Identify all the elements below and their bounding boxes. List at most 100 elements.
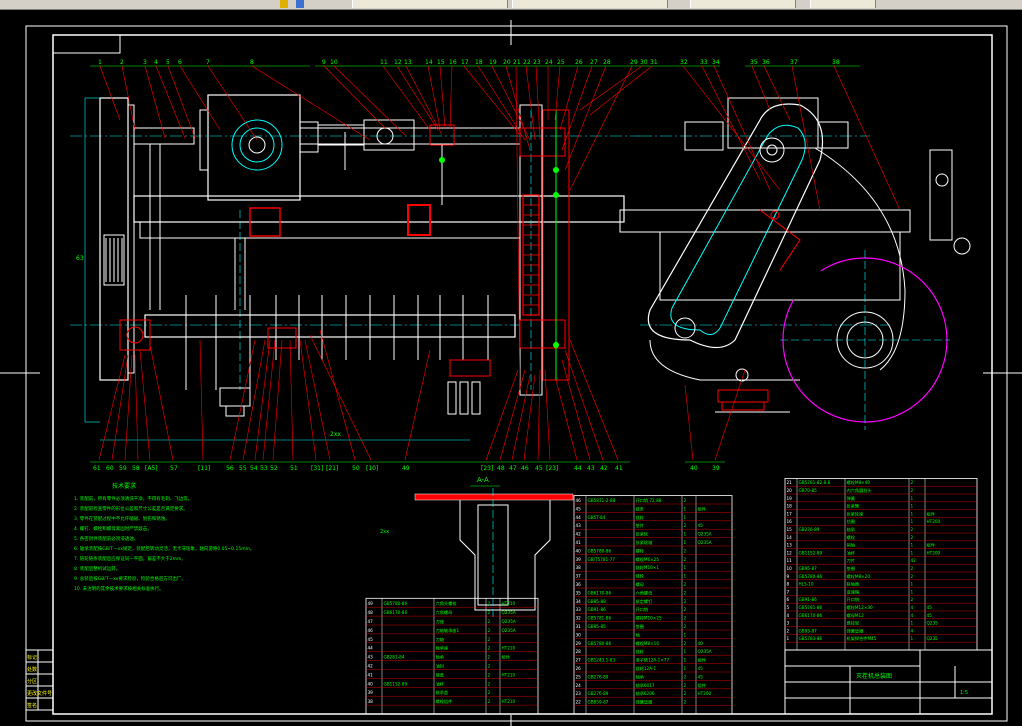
svg-text:48: 48 xyxy=(497,465,505,472)
bom-cell-mat: HT210 xyxy=(502,646,516,651)
bom-cell-no: 2 xyxy=(787,628,790,633)
bom-cell-no: 21 xyxy=(787,480,793,485)
bom-cell-no: 40 xyxy=(368,681,374,686)
bom-cell-qty: 2 xyxy=(684,557,687,562)
svg-text:10. 未注明的其余技术要求按相关标准执行。: 10. 未注明的其余技术要求按相关标准执行。 xyxy=(74,585,164,592)
bom-cell-name: 轴承 xyxy=(636,673,645,680)
bom-cell-no: 3 xyxy=(787,621,790,626)
bom-cell-name: 开口销 xyxy=(636,606,649,613)
revision-strip: 标记 处数 分区 更改文件号 签名 xyxy=(25,649,54,711)
bom-table-right: 21 GB5781-82 8.8 螺栓M8×40 220 GB70-85 内六角圆柱头 21… xyxy=(784,477,978,651)
bom-cell-no: 42 xyxy=(368,664,374,669)
svg-text:29: 29 xyxy=(630,59,638,66)
bom-cell-code: GB5781-86 xyxy=(588,616,612,621)
svg-text:31: 31 xyxy=(650,59,658,66)
svg-text:[21]: [21] xyxy=(326,465,338,472)
bom-cell-name: 螺栓M12×30 xyxy=(847,604,873,611)
bom-cell-mat: Q235 xyxy=(927,621,939,626)
bom-cell-qty: 2 xyxy=(684,700,687,705)
bom-cell-name: 螺栓 xyxy=(636,547,645,554)
toolbar-tab-1[interactable] xyxy=(352,0,508,8)
svg-text:6. 轴承装配按GB/T—xx规定，装配后转动灵活，无卡滞现: 6. 轴承装配按GB/T—xx规定，装配后转动灵活，无卡滞现象，轴向游隙0.05… xyxy=(74,545,254,552)
bom-cell-code: GB5780-86 xyxy=(799,574,823,579)
bom-cell-name: 垫圈 xyxy=(847,565,855,572)
svg-text:8: 8 xyxy=(250,59,254,66)
bom-cell-name: 滚子链12A-1×77 xyxy=(636,657,670,664)
bom-cell-mat: 组件 xyxy=(698,682,706,689)
bom-cell-mat: 40 xyxy=(698,641,704,646)
bom-cell-no: 44 xyxy=(576,515,582,520)
bom-cell-qty: 2 xyxy=(911,527,914,532)
cad-drawing-canvas[interactable]: 标记 处数 分区 更改文件号 签名 63 2xx 1 2 3 4 5 6 7 8… xyxy=(0,10,1022,726)
bom-cell-no: 14 xyxy=(787,535,793,540)
bom-cell-name: 刀轴轴承座1 xyxy=(436,627,460,634)
bom-cell-name: 链轮12A-1 xyxy=(636,665,657,672)
svg-text:[11]: [11] xyxy=(198,465,210,472)
bom-cell-qty: 2 xyxy=(488,637,491,642)
bom-cell-qty: 1 xyxy=(684,515,687,520)
bom-cell-code: GB5781-82 8.8 xyxy=(799,480,831,485)
bom-cell-qty: 2 xyxy=(911,488,914,493)
svg-text:18: 18 xyxy=(475,59,483,66)
svg-text:47: 47 xyxy=(509,465,517,472)
bom-cell-no: 43 xyxy=(576,523,582,528)
warning-icon[interactable] xyxy=(280,0,288,8)
bom-cell-qty: 2 xyxy=(488,664,491,669)
svg-text:2xx: 2xx xyxy=(330,431,341,438)
bom-cell-mat: Q235A xyxy=(502,628,516,633)
svg-text:[23]: [23] xyxy=(546,465,558,472)
bom-cell-no: 41 xyxy=(576,540,582,545)
cad-top-toolbar xyxy=(0,0,1022,10)
bom-cell-code: GB6170-86 xyxy=(384,610,408,615)
toolbar-tab-4[interactable] xyxy=(810,0,876,8)
bom-cell-code: GB91-86 xyxy=(799,597,818,602)
bom-cell-qty: 2 xyxy=(684,624,687,629)
bom-cell-name: 螺栓M10×25 xyxy=(636,615,662,622)
bom-cell-name: 垫片 xyxy=(636,522,644,529)
bom-cell-no: 42 xyxy=(576,532,582,537)
bom-cell-qty: 1 xyxy=(684,540,687,545)
bom-cell-code: GB5871-2-88 xyxy=(588,498,616,503)
bom-cell-code: GB281-84 xyxy=(384,655,405,660)
bom-cell-name: 螺栓组件 xyxy=(436,698,453,705)
bom-cell-code: GB5781-86 xyxy=(799,605,823,610)
svg-text:更改文件号: 更改文件号 xyxy=(27,690,52,697)
main-assembly-view: 63 2xx xyxy=(70,94,890,441)
bom-cell-code: GB91-86 xyxy=(588,607,607,612)
bom-cell-code: GB/T5781-77 xyxy=(588,557,616,562)
bom-cell-name: 链条 xyxy=(636,505,645,512)
bom-cell-no: 40 xyxy=(576,548,582,553)
toolbar-tab-3[interactable] xyxy=(690,0,796,8)
bom-cell-no: 19 xyxy=(787,496,793,501)
svg-text:[31]: [31] xyxy=(311,465,323,472)
bom-cell-no: 39 xyxy=(576,557,582,562)
bom-cell-name: 轴承6206 xyxy=(636,690,655,697)
bom-cell-name: 销轴 xyxy=(847,542,855,549)
bom-cell-no: 29 xyxy=(576,641,582,646)
svg-text:54: 54 xyxy=(250,465,258,472)
bom-cell-no: 26 xyxy=(576,666,582,671)
bom-cell-no: 43 xyxy=(368,655,374,660)
bom-cell-code: GB5780-86 xyxy=(588,641,612,646)
svg-text:22: 22 xyxy=(523,59,531,66)
bom-cell-no: 35 xyxy=(576,590,582,595)
bom-cell-code: GB276-89 xyxy=(588,674,609,679)
bom-cell-qty: 1 xyxy=(911,511,914,516)
side-view xyxy=(619,97,971,430)
bom-cell-no: 5 xyxy=(787,605,790,610)
svg-text:2xx: 2xx xyxy=(380,529,389,535)
toolbar-tab-2[interactable] xyxy=(512,0,668,8)
info-icon[interactable] xyxy=(296,0,304,8)
bom-cell-no: 46 xyxy=(576,498,582,503)
drawing-scale: 1:5 xyxy=(960,690,968,696)
bom-cell-qty: 2 xyxy=(684,590,687,595)
svg-text:35: 35 xyxy=(750,59,758,66)
svg-text:A-A: A-A xyxy=(477,476,489,484)
svg-text:2. 装配前检查零件的形位公差和尺寸公差是否满足要求。: 2. 装配前检查零件的形位公差和尺寸公差是否满足要求。 xyxy=(74,505,188,512)
bom-cell-qty: 2 xyxy=(488,646,491,651)
svg-text:9: 9 xyxy=(322,59,326,66)
bom-cell-code: GB85-88 xyxy=(588,599,607,604)
svg-text:[10]: [10] xyxy=(366,465,378,472)
bom-cell-qty: 1 xyxy=(911,496,914,501)
svg-text:11: 11 xyxy=(380,59,388,66)
